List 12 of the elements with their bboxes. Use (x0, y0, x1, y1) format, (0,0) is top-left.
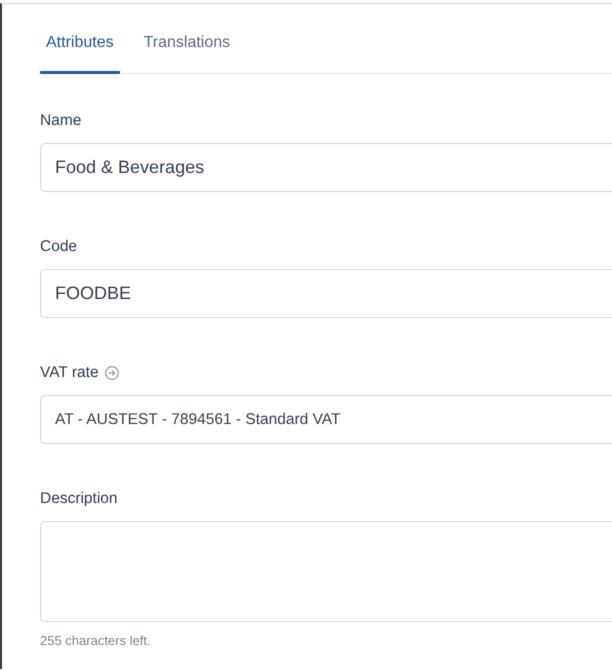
text-area[interactable] (40, 521, 612, 622)
input-field[interactable]: FOODBE (40, 269, 612, 318)
tab[interactable]: Translations (138, 33, 236, 74)
tab[interactable]: Attributes (40, 33, 120, 74)
field-label: Code (40, 237, 78, 257)
field-label: Description (40, 489, 118, 509)
select-field[interactable]: AT - AUSTEST - 7894561 - Standard VAT (40, 395, 612, 444)
arrow-circle-icon[interactable] (104, 366, 119, 380)
field-label: Name (40, 111, 82, 131)
characters-left-hint: 255 characters left. (40, 633, 151, 648)
field-label: VAT rate (40, 363, 99, 383)
input-field[interactable]: Food & Beverages (40, 143, 612, 192)
